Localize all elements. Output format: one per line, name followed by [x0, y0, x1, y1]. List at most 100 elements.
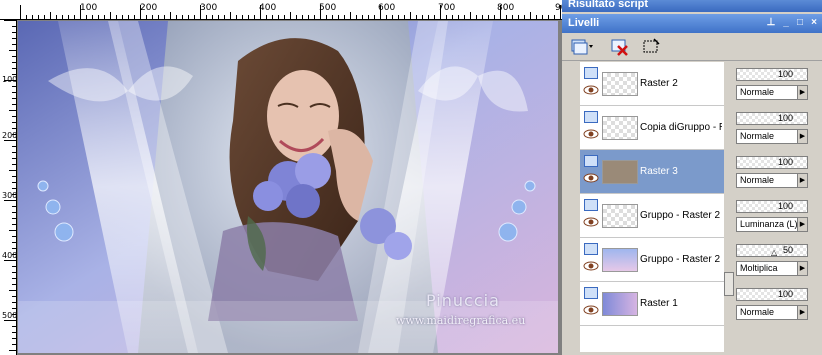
ruler-tick: [194, 15, 195, 19]
blend-mode-value: Normale: [740, 131, 775, 141]
layer-row[interactable]: Copia diGruppo - Raster 1: [580, 106, 724, 150]
watermark-site: www.maidiregrafica.eu: [396, 314, 526, 327]
opacity-value: 100: [777, 289, 793, 299]
eye-icon[interactable]: [583, 173, 599, 183]
ruler-tick: [98, 15, 99, 19]
blend-mode-value: Luminanza (L): [740, 219, 798, 229]
ruler-tick: [476, 15, 477, 19]
ruler-tick: [12, 236, 16, 237]
opacity-value: 100: [777, 113, 793, 123]
slider-marker-icon[interactable]: △: [771, 248, 777, 257]
new-layer-button[interactable]: [570, 37, 593, 57]
eye-icon[interactable]: [583, 261, 599, 271]
layer-row[interactable]: Gruppo - Raster 2: [580, 238, 724, 282]
maximize-icon[interactable]: □: [794, 17, 806, 29]
ruler-tick: [272, 15, 273, 19]
mask-icon: [643, 38, 660, 53]
ruler-tick: [506, 15, 507, 19]
blend-mode-select[interactable]: Normale ▶: [736, 305, 808, 320]
layer-row[interactable]: Raster 2: [580, 62, 724, 106]
ruler-tick: [458, 15, 459, 19]
ruler-tick: [470, 12, 471, 19]
splitter-grip[interactable]: [724, 272, 734, 296]
ruler-tick: [12, 146, 16, 147]
eye-icon[interactable]: [583, 129, 599, 139]
layer-icon: [584, 243, 598, 255]
ruler-tick: [12, 128, 16, 129]
ruler-tick: [12, 278, 16, 279]
ruler-tick: [12, 218, 16, 219]
ruler-tick: [278, 15, 279, 19]
blend-mode-select[interactable]: Luminanza (L) ▶: [736, 217, 808, 232]
panel-splitter[interactable]: [724, 62, 734, 352]
layer-row[interactable]: Raster 1: [580, 282, 724, 326]
ruler-tick: [4, 260, 16, 261]
eye-icon[interactable]: [583, 305, 599, 315]
layer-row[interactable]: Gruppo - Raster 2: [580, 194, 724, 238]
ruler-tick: [12, 152, 16, 153]
opacity-slider[interactable]: 100: [736, 68, 808, 81]
ruler-tick: [260, 5, 261, 19]
layer-row-selected[interactable]: Raster 3: [580, 150, 724, 194]
ruler-tick: [542, 15, 543, 19]
ruler-tick: [12, 302, 16, 303]
ruler-tick: [12, 284, 16, 285]
ruler-tick: [12, 38, 16, 39]
minimize-icon[interactable]: _: [780, 17, 792, 29]
ruler-tick: [248, 15, 249, 19]
ruler-tick: [350, 12, 351, 19]
ruler-tick: [104, 15, 105, 19]
dropdown-arrow-icon[interactable]: ▶: [797, 218, 807, 231]
opacity-slider[interactable]: 100: [736, 112, 808, 125]
ruler-tick: [110, 12, 111, 19]
ruler-label: 400: [2, 251, 17, 260]
pin-icon[interactable]: ⊥: [765, 17, 777, 29]
ruler-tick: [452, 15, 453, 19]
dropdown-arrow-icon[interactable]: ▶: [797, 306, 807, 319]
opacity-slider[interactable]: 100: [736, 200, 808, 213]
ruler-tick: [170, 12, 171, 19]
ruler-tick: [548, 15, 549, 19]
layer-name: Raster 3: [640, 166, 678, 177]
ruler-tick: [242, 15, 243, 19]
eye-icon[interactable]: [583, 85, 599, 95]
ruler-tick: [9, 170, 16, 171]
blend-mode-select[interactable]: Normale ▶: [736, 85, 808, 100]
ruler-tick: [422, 15, 423, 19]
ruler-tick: [560, 5, 561, 19]
blend-mode-select[interactable]: Normale ▶: [736, 129, 808, 144]
layers-titlebar[interactable]: Livelli ⊥ _ □ ×: [562, 14, 822, 33]
dropdown-arrow-icon[interactable]: ▶: [797, 174, 807, 187]
opacity-slider[interactable]: 100: [736, 156, 808, 169]
script-output-titlebar[interactable]: Risultato script: [562, 0, 822, 12]
canvas-area[interactable]: 100 200 300 400 500 600 700 800 900 100 …: [0, 0, 562, 355]
ruler-tick: [338, 15, 339, 19]
eye-icon[interactable]: [583, 217, 599, 227]
ruler-tick: [266, 15, 267, 19]
ruler-tick: [332, 15, 333, 19]
opacity-slider[interactable]: 100: [736, 288, 808, 301]
layer-icon: [584, 199, 598, 211]
ruler-tick: [488, 15, 489, 19]
layer-props: 100 Luminanza (L) ▶: [736, 196, 822, 240]
layer-properties-column: 100 Normale ▶ 100 Normale ▶ 100 Normale ▶ 1…: [734, 62, 822, 352]
ruler-tick: [4, 20, 16, 21]
ruler-tick: [12, 56, 16, 57]
ruler-tick: [158, 15, 159, 19]
ruler-tick: [188, 15, 189, 19]
ruler-tick: [464, 15, 465, 19]
ruler-tick: [32, 15, 33, 19]
dropdown-arrow-icon[interactable]: ▶: [797, 130, 807, 143]
opacity-value: 100: [777, 69, 793, 79]
blend-mode-select[interactable]: Normale ▶: [736, 173, 808, 188]
ruler-tick: [398, 15, 399, 19]
opacity-slider[interactable]: △ 50: [736, 244, 808, 257]
mask-button[interactable]: [642, 37, 664, 57]
ruler-tick: [12, 296, 16, 297]
dropdown-arrow-icon[interactable]: ▶: [797, 86, 807, 99]
dropdown-arrow-icon[interactable]: ▶: [797, 262, 807, 275]
delete-layer-button[interactable]: [610, 37, 632, 57]
ruler-tick: [9, 50, 16, 51]
close-icon[interactable]: ×: [808, 17, 820, 29]
blend-mode-select[interactable]: Moltiplica ▶: [736, 261, 808, 276]
